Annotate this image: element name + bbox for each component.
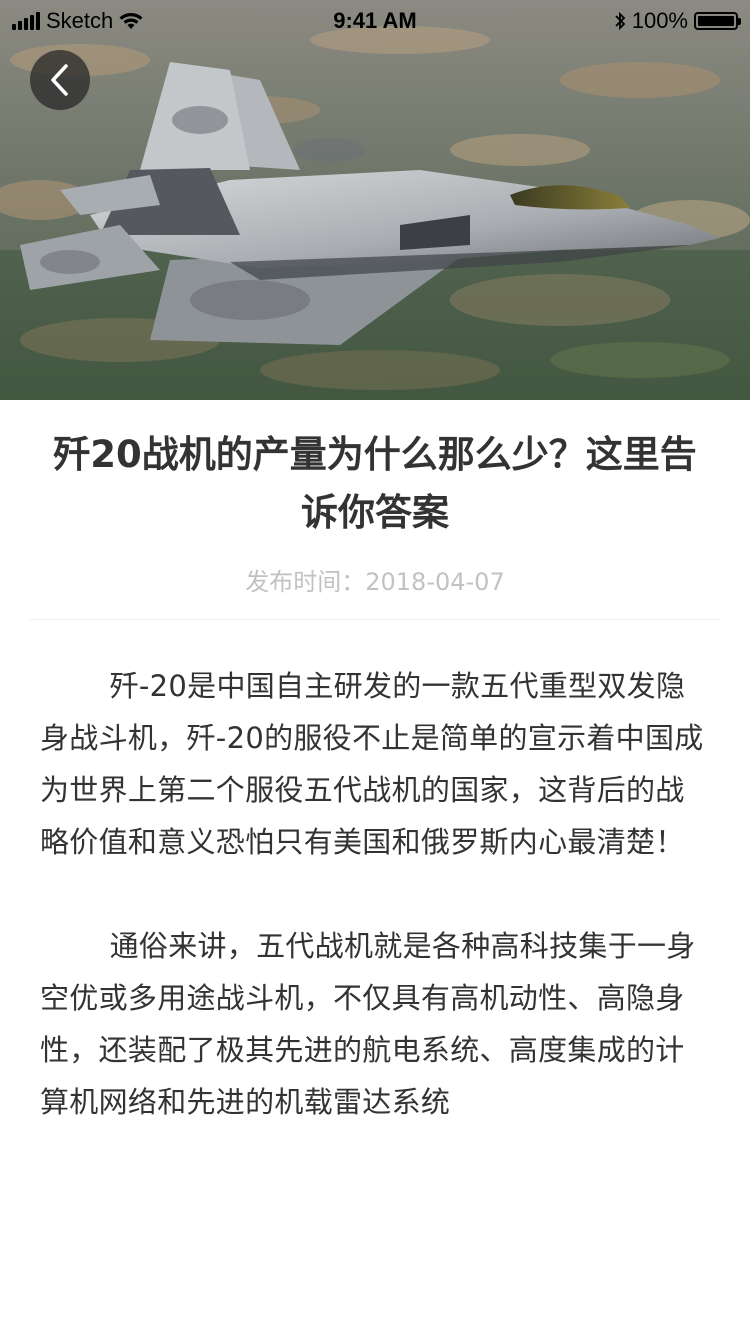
article-title: 歼20战机的产量为什么那么少？这里告诉你答案 — [53, 433, 697, 534]
fighter-jet-photo — [0, 0, 750, 400]
article-body: 歼-20是中国自主研发的一款五代重型双发隐身战斗机，歼-20的服役不止是简单的宣… — [40, 660, 710, 1128]
back-button[interactable] — [30, 50, 90, 110]
status-right: 100% — [614, 8, 741, 34]
article-paragraph: 歼-20是中国自主研发的一款五代重型双发隐身战斗机，歼-20的服役不止是简单的宣… — [40, 669, 704, 859]
battery-percentage: 100% — [631, 8, 688, 33]
chevron-left-icon — [51, 64, 68, 96]
battery-level — [698, 16, 734, 26]
bluetooth-icon — [615, 11, 625, 31]
battery-icon — [694, 12, 741, 30]
divider — [30, 619, 720, 620]
publish-time: 发布时间：2018-04-07 — [245, 568, 505, 596]
status-bar: Sketch 9:41 AM 100% — [0, 0, 750, 40]
article-paragraph: 通俗来讲，五代战机就是各种高科技集于一身空优或多用途战斗机，不仅具有高机动性、高… — [40, 929, 696, 1119]
hero-image — [0, 0, 750, 400]
